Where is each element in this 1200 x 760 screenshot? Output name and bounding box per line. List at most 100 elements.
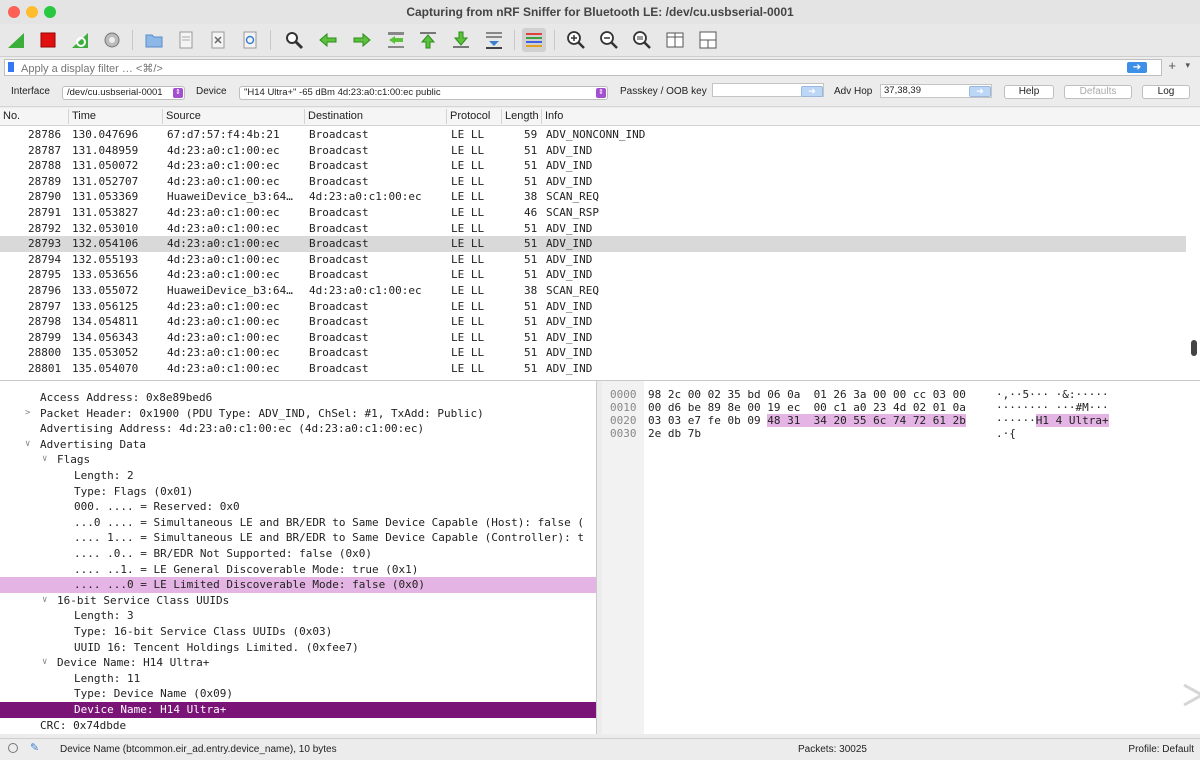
layout-button[interactable]: [696, 28, 720, 52]
go-back-button[interactable]: [316, 28, 340, 52]
chevron-down-icon[interactable]: ∨: [25, 437, 30, 453]
help-button[interactable]: Help: [1004, 85, 1054, 99]
packet-row[interactable]: 28795 133.053656 4d:23:a0:c1:00:ec Broadcas…: [0, 267, 1186, 283]
detail-row[interactable]: 000. .... = Reserved: 0x0: [0, 499, 596, 515]
packet-row[interactable]: 28789 131.052707 4d:23:a0:c1:00:ec Broadcas…: [0, 174, 1186, 190]
start-capture-button[interactable]: [4, 28, 28, 52]
detail-row[interactable]: Length: 3: [0, 608, 596, 624]
packet-row[interactable]: 28786 130.047696 67:d7:57:f4:4b:21 Broadcas…: [0, 127, 1186, 143]
apply-filter-button[interactable]: ➔: [1127, 62, 1147, 73]
detail-row[interactable]: .... ...0 = LE Limited Discoverable Mode…: [0, 577, 596, 593]
detail-row[interactable]: Access Address: 0x8e89bed6: [0, 390, 596, 406]
packet-details-tree[interactable]: Access Address: 0x8e89bed6 > Packet Header…: [0, 381, 597, 734]
last-packet-button[interactable]: [449, 28, 473, 52]
byte-hex[interactable]: 98 2c 00 02 35 bd 06 0a 01 26 3a 00 00 c…: [648, 388, 966, 401]
packet-list-scrollbar[interactable]: [1191, 340, 1197, 356]
packet-row[interactable]: 28788 131.050072 4d:23:a0:c1:00:ec Broadcas…: [0, 158, 1186, 174]
cell-time: 133.056125: [72, 299, 139, 313]
cell-length: 51: [524, 221, 538, 235]
go-forward-button[interactable]: [350, 28, 374, 52]
detail-row[interactable]: ∨ 16-bit Service Class UUIDs: [0, 593, 596, 609]
detail-row[interactable]: Length: 2: [0, 468, 596, 484]
detail-row[interactable]: Type: 16-bit Service Class UUIDs (0x03): [0, 624, 596, 640]
passkey-apply-button[interactable]: ➔: [801, 86, 823, 97]
byte-hex[interactable]: 00 d6 be 89 8e 00 19 ec 00 c1 a0 23 4d 0…: [648, 401, 966, 414]
chevron-right-icon[interactable]: >: [25, 406, 30, 422]
detail-row[interactable]: Advertising Address: 4d:23:a0:c1:00:ec (…: [0, 421, 596, 437]
detail-row[interactable]: ∨ Advertising Data: [0, 437, 596, 453]
packet-row[interactable]: 28794 132.055193 4d:23:a0:c1:00:ec Broadcas…: [0, 252, 1186, 268]
expert-info-icon[interactable]: [8, 743, 18, 753]
capture-options-button[interactable]: [100, 28, 124, 52]
stop-capture-button[interactable]: [36, 28, 60, 52]
bookmark-icon[interactable]: [8, 62, 14, 72]
detail-row[interactable]: CRC: 0x74dbde: [0, 718, 596, 734]
packet-list[interactable]: No. Time Source Destination Protocol Len…: [0, 108, 1200, 381]
add-filter-button[interactable]: +: [1168, 58, 1176, 73]
packet-row[interactable]: 28796 133.055072 HuaweiDevice_b3:64… 4d:23:…: [0, 283, 1186, 299]
packet-bytes-pane[interactable]: 0000 98 2c 00 02 35 bd 06 0a 01 26 3a 00 …: [602, 381, 1200, 734]
byte-ascii[interactable]: ······H1 4 Ultra+: [996, 414, 1109, 427]
first-packet-button[interactable]: [416, 28, 440, 52]
reload-file-button[interactable]: [238, 28, 262, 52]
interface-select[interactable]: /dev/cu.usbserial-0001 ⇕: [62, 86, 185, 100]
byte-hex[interactable]: 03 03 e7 fe 0b 09 48 31 34 20 55 6c 74 7…: [648, 414, 966, 427]
packet-row[interactable]: 28798 134.054811 4d:23:a0:c1:00:ec Broadcas…: [0, 314, 1186, 330]
packet-row[interactable]: 28797 133.056125 4d:23:a0:c1:00:ec Broadcas…: [0, 299, 1186, 315]
column-header-protocol[interactable]: Protocol: [446, 109, 490, 124]
packet-row[interactable]: 28790 131.053369 HuaweiDevice_b3:64… 4d:23:…: [0, 189, 1186, 205]
autoscroll-button[interactable]: [482, 28, 506, 52]
detail-row[interactable]: .... 1... = Simultaneous LE and BR/EDR t…: [0, 530, 596, 546]
column-header-info[interactable]: Info: [541, 109, 563, 124]
zoom-in-button[interactable]: [564, 28, 588, 52]
chevron-down-icon[interactable]: ∨: [42, 593, 47, 609]
open-file-button[interactable]: [142, 28, 166, 52]
detail-row[interactable]: ...0 .... = Simultaneous LE and BR/EDR t…: [0, 515, 596, 531]
go-to-packet-button[interactable]: [384, 28, 408, 52]
detail-row[interactable]: .... ..1. = LE General Discoverable Mode…: [0, 562, 596, 578]
detail-row[interactable]: Length: 11: [0, 671, 596, 687]
display-filter-input[interactable]: [19, 60, 1123, 77]
detail-row[interactable]: UUID 16: Tencent Holdings Limited. (0xfe…: [0, 640, 596, 656]
packet-row[interactable]: 28793 132.054106 4d:23:a0:c1:00:ec Broadcas…: [0, 236, 1186, 252]
filter-dropdown-icon[interactable]: ▾: [1185, 60, 1190, 71]
packet-row[interactable]: 28787 131.048959 4d:23:a0:c1:00:ec Broadcas…: [0, 143, 1186, 159]
edit-comment-icon[interactable]: ✎: [30, 741, 39, 754]
chevron-down-icon[interactable]: ∨: [42, 452, 47, 468]
detail-row[interactable]: Type: Device Name (0x09): [0, 686, 596, 702]
log-button[interactable]: Log: [1142, 85, 1190, 99]
byte-ascii[interactable]: ·,··5··· ·&:·····: [996, 388, 1109, 401]
find-packet-button[interactable]: [282, 28, 306, 52]
detail-row[interactable]: ∨ Flags: [0, 452, 596, 468]
detail-row[interactable]: .... .0.. = BR/EDR Not Supported: false …: [0, 546, 596, 562]
packet-row[interactable]: 28792 132.053010 4d:23:a0:c1:00:ec Broadcas…: [0, 221, 1186, 237]
detail-row[interactable]: > Packet Header: 0x1900 (PDU Type: ADV_IN…: [0, 406, 596, 422]
profile-indicator[interactable]: Profile: Default: [1128, 744, 1194, 755]
colorize-button[interactable]: [522, 28, 546, 52]
packet-row[interactable]: 28801 135.054070 4d:23:a0:c1:00:ec Broadcas…: [0, 361, 1186, 377]
packet-row[interactable]: 28791 131.053827 4d:23:a0:c1:00:ec Broadcas…: [0, 205, 1186, 221]
detail-row[interactable]: Device Name: H14 Ultra+: [0, 702, 596, 718]
resize-columns-button[interactable]: [663, 28, 687, 52]
zoom-out-button[interactable]: [597, 28, 621, 52]
device-select[interactable]: "H14 Ultra+" -65 dBm 4d:23:a0:c1:00:ec p…: [239, 86, 608, 100]
column-header-time[interactable]: Time: [68, 109, 96, 124]
close-file-button[interactable]: [206, 28, 230, 52]
packet-row[interactable]: 28800 135.053052 4d:23:a0:c1:00:ec Broadcas…: [0, 345, 1186, 361]
save-file-button[interactable]: [174, 28, 198, 52]
byte-ascii[interactable]: ········ ···#M···: [996, 401, 1109, 414]
column-header-destination[interactable]: Destination: [304, 109, 363, 124]
column-header-source[interactable]: Source: [162, 109, 201, 124]
column-header-length[interactable]: Length: [501, 109, 539, 124]
defaults-button[interactable]: Defaults: [1064, 85, 1132, 99]
byte-hex[interactable]: 2e db 7b: [648, 427, 701, 440]
column-header-no[interactable]: No.: [0, 109, 20, 124]
adv-hop-apply-button[interactable]: ➔: [969, 86, 991, 97]
packet-row[interactable]: 28799 134.056343 4d:23:a0:c1:00:ec Broadcas…: [0, 330, 1186, 346]
restart-capture-button[interactable]: [68, 28, 92, 52]
chevron-down-icon[interactable]: ∨: [42, 655, 47, 671]
normal-size-button[interactable]: [630, 28, 654, 52]
byte-ascii[interactable]: .·{: [996, 427, 1016, 440]
detail-row[interactable]: Type: Flags (0x01): [0, 484, 596, 500]
detail-row[interactable]: ∨ Device Name: H14 Ultra+: [0, 655, 596, 671]
